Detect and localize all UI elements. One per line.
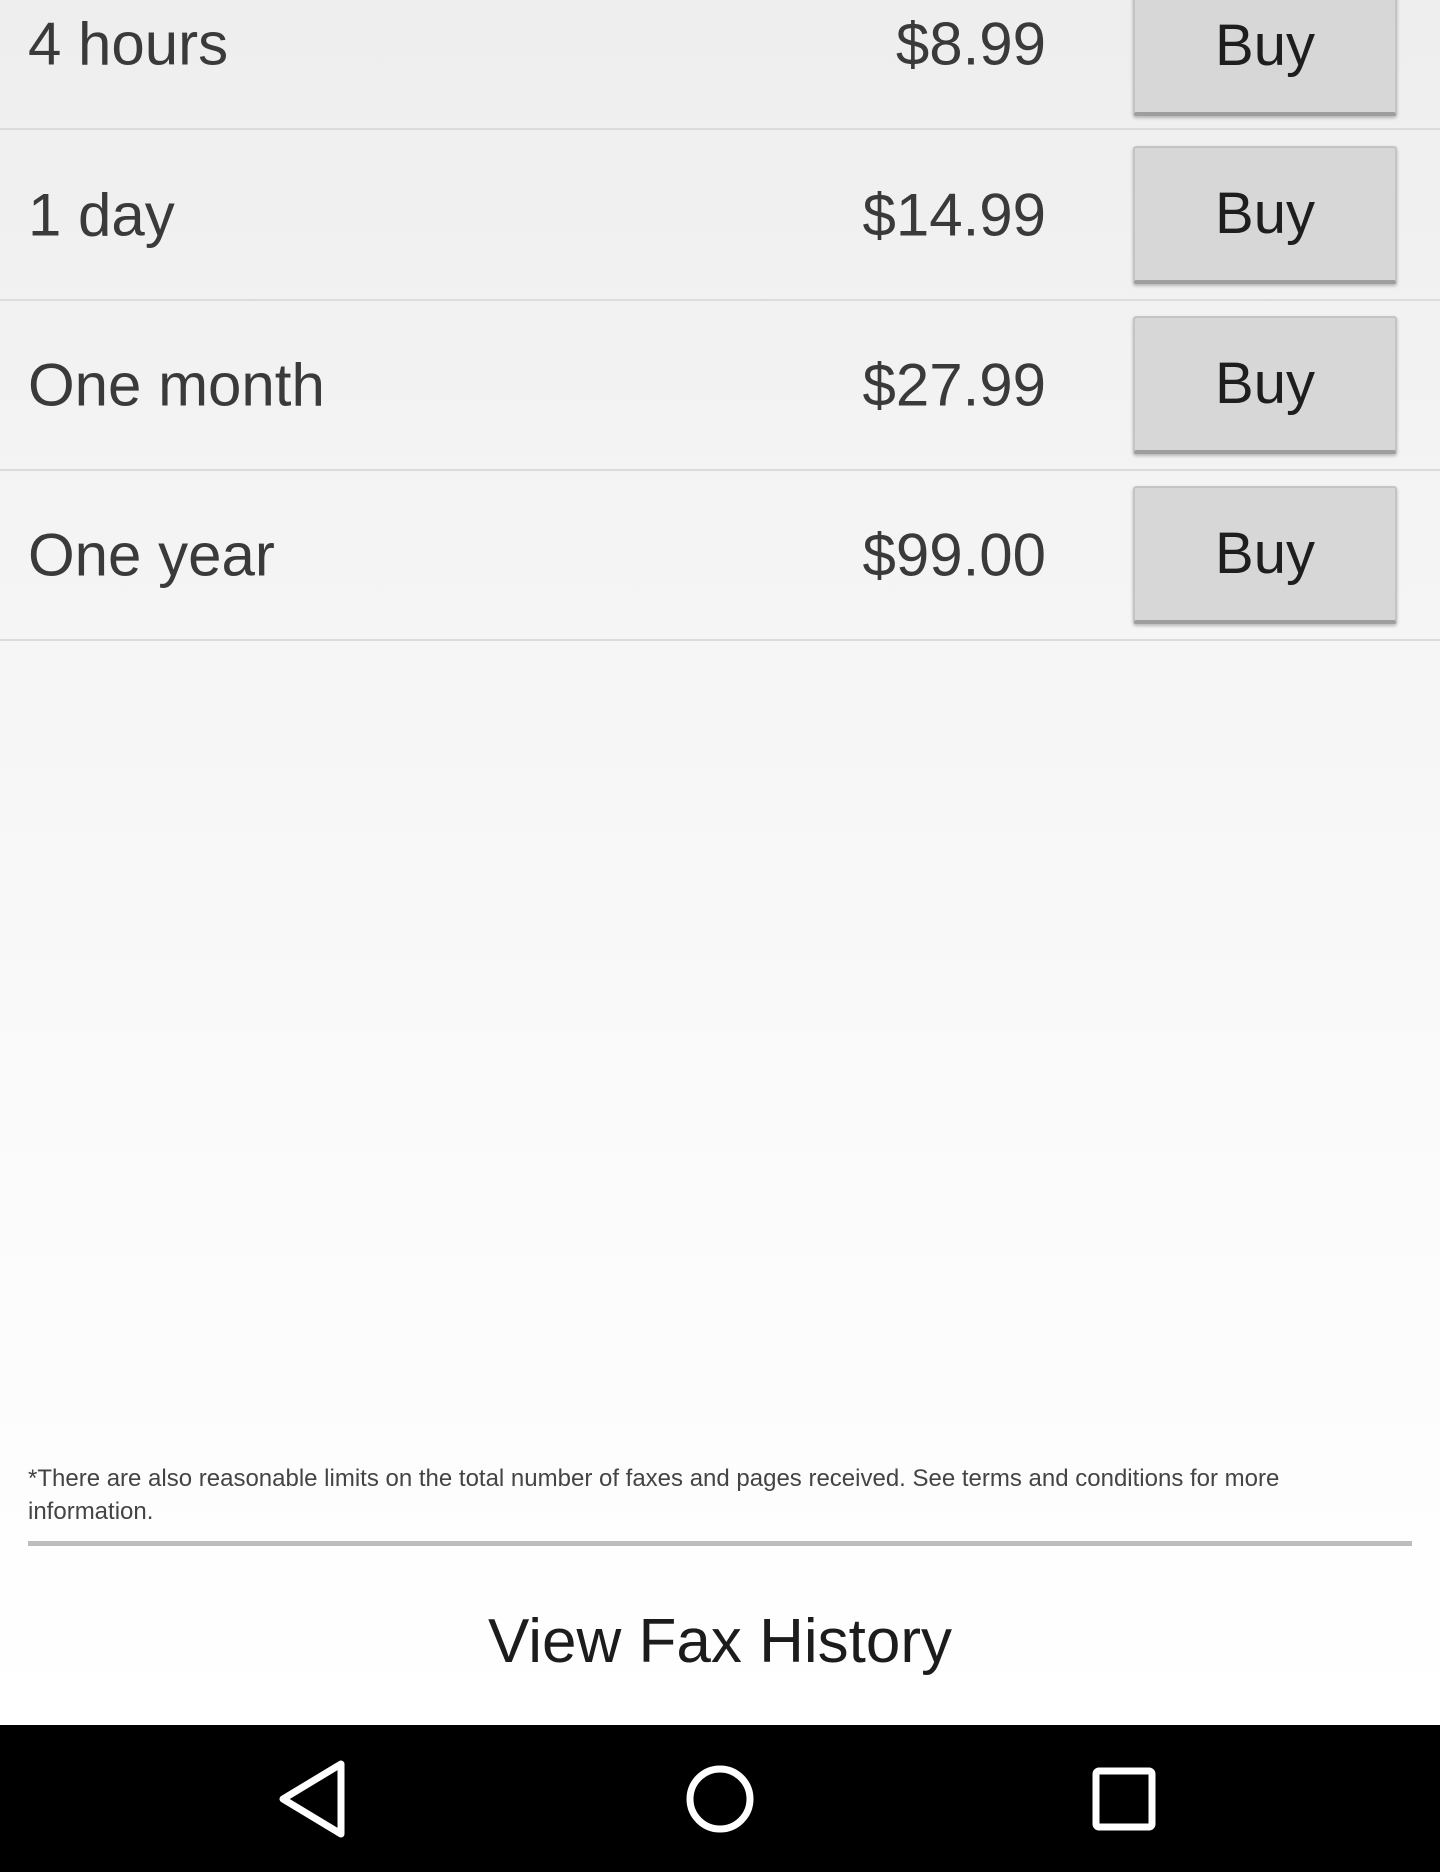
view-fax-history-button[interactable]: View Fax History — [0, 1582, 1440, 1702]
plan-name: One year — [28, 521, 275, 589]
screen: 4 hours $8.99 Buy 1 day $14.99 Buy One m… — [0, 0, 1440, 1725]
buy-button-one-year[interactable]: Buy — [1133, 486, 1397, 624]
plan-name: 1 day — [28, 181, 175, 249]
disclaimer-text: *There are also reasonable limits on the… — [28, 1465, 1280, 1525]
plan-price: $27.99 — [862, 351, 1046, 419]
buy-button-one-month[interactable]: Buy — [1133, 316, 1397, 454]
navigation-bar — [0, 1725, 1440, 1872]
plan-price: $99.00 — [862, 521, 1046, 589]
plan-row-one-month: One month $27.99 Buy — [0, 301, 1440, 471]
divider — [28, 1541, 1412, 1546]
plan-price: $14.99 — [862, 181, 1046, 249]
home-circle-icon[interactable] — [640, 1725, 800, 1872]
plan-row-1-day: 1 day $14.99 Buy — [0, 131, 1440, 301]
plan-name: One month — [28, 351, 325, 419]
recents-square-icon[interactable] — [1044, 1725, 1204, 1872]
plan-name: 4 hours — [28, 10, 229, 78]
plan-row-4-hours: 4 hours $8.99 Buy — [0, 0, 1440, 130]
back-triangle-icon[interactable] — [236, 1725, 396, 1872]
plan-price: $8.99 — [895, 10, 1046, 78]
plan-row-one-year: One year $99.00 Buy — [0, 471, 1440, 641]
buy-button-1-day[interactable]: Buy — [1133, 146, 1397, 284]
buy-button-4-hours[interactable]: Buy — [1133, 0, 1397, 116]
